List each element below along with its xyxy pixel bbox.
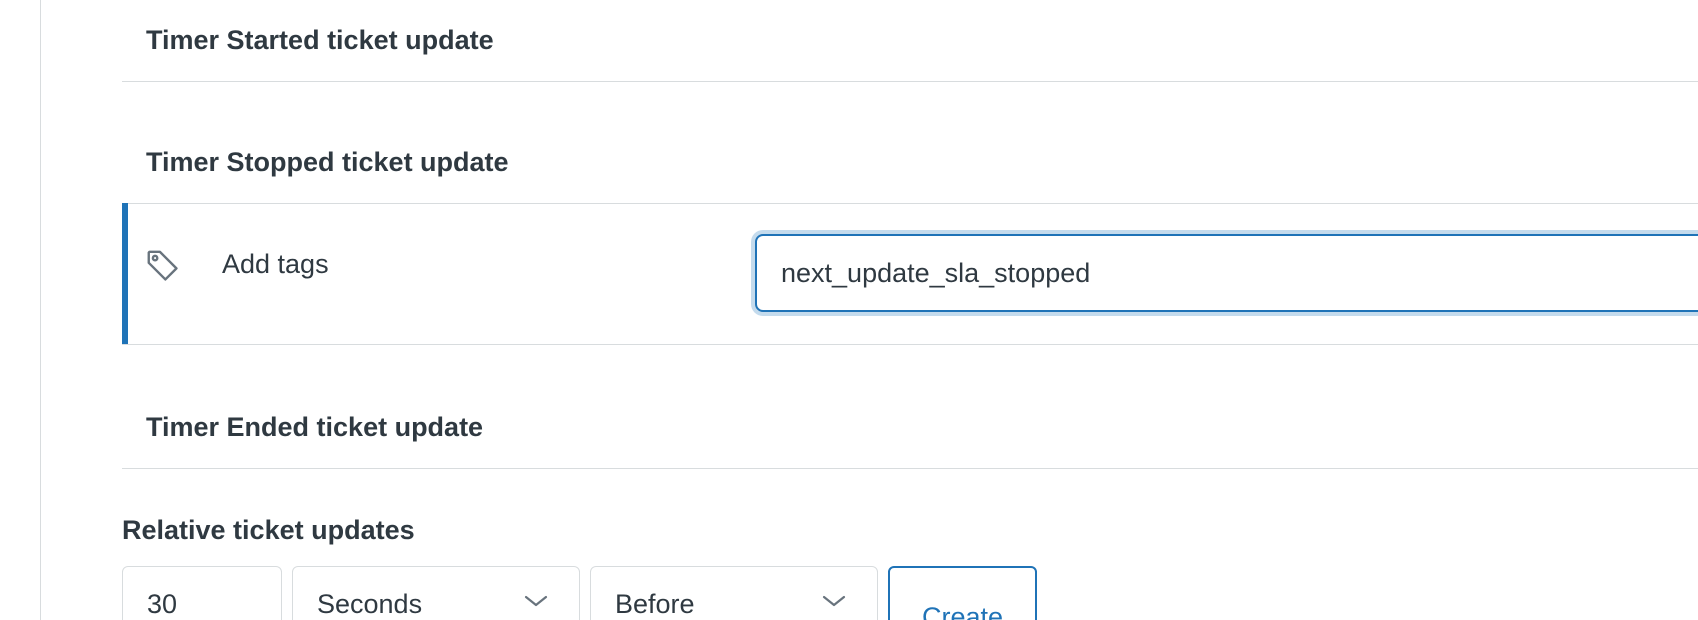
add-tags-action-row[interactable]: Add tags xyxy=(122,203,1698,344)
unit-selected-value: Seconds xyxy=(317,589,423,619)
timer-started-heading: Timer Started ticket update xyxy=(146,25,494,55)
direction-select[interactable]: Before xyxy=(590,566,878,620)
timer-ended-heading: Timer Ended ticket update xyxy=(146,412,484,442)
chevron-down-icon xyxy=(523,593,549,609)
amount-input[interactable]: 30 xyxy=(122,566,282,620)
timer-stopped-heading: Timer Stopped ticket update xyxy=(146,147,509,177)
create-button[interactable]: Create xyxy=(888,566,1037,620)
left-border-line xyxy=(40,0,41,620)
divider xyxy=(122,81,1698,82)
action-label: Add tags xyxy=(222,249,329,279)
tag-icon xyxy=(144,247,182,285)
sla-policy-editor: Timer Started ticket update Timer Stoppe… xyxy=(0,0,1698,620)
tags-input[interactable] xyxy=(755,234,1698,312)
divider xyxy=(122,344,1698,345)
chevron-down-icon xyxy=(821,593,847,609)
direction-selected-value: Before xyxy=(615,589,695,619)
active-row-accent-bar xyxy=(122,203,128,344)
divider xyxy=(122,468,1698,469)
amount-value: 30 xyxy=(147,589,178,619)
relative-updates-heading: Relative ticket updates xyxy=(122,515,415,545)
unit-select[interactable]: Seconds xyxy=(292,566,580,620)
